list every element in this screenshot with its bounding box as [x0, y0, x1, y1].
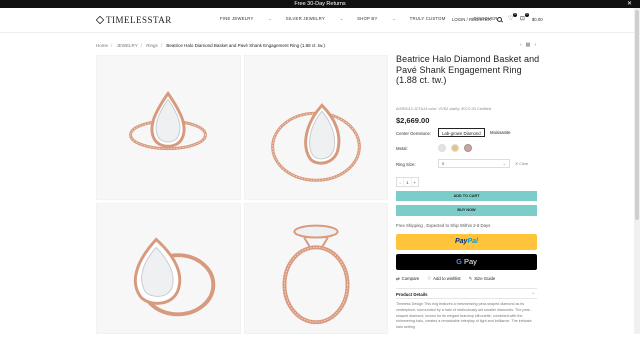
gemstone-option-moissanite[interactable]: Moissanite: [487, 128, 514, 137]
cart-count: 0: [524, 13, 529, 17]
header-actions: LOGIN / REGISTER ♡ 0 ⊡ 0 $0.00: [452, 13, 543, 22]
wishlist-count: 0: [512, 13, 517, 17]
add-to-wishlist-link[interactable]: ♡ Add to wishlist: [427, 276, 460, 282]
product-image-2[interactable]: [244, 55, 388, 200]
google-pay-button[interactable]: G Pay: [396, 254, 537, 270]
breadcrumb-rings[interactable]: Rings: [146, 43, 158, 48]
cart-icon[interactable]: ⊡ 0: [520, 13, 529, 22]
wishlist-icon[interactable]: ♡ 0: [508, 13, 517, 22]
ring-size-label: Ring Size:: [396, 162, 416, 167]
product-links: ⇄ Compare ♡ Add to wishlist ✎ Size Guide: [396, 276, 495, 282]
metal-swatch-rose-gold[interactable]: [464, 144, 472, 152]
ring-angle-view-image: [271, 103, 361, 182]
qty-value[interactable]: 1: [404, 178, 412, 186]
compare-link[interactable]: ⇄ Compare: [396, 276, 419, 282]
product-image-1[interactable]: [96, 55, 241, 200]
ring-size-value: 5: [442, 161, 445, 166]
ring-size-select[interactable]: 5 ⌄: [438, 159, 510, 168]
product-nav: ‹ ▦ ›: [520, 42, 536, 48]
logo-text: TIMELESSTAR: [106, 15, 172, 25]
center-gemstone-label: Center Gemstone:: [396, 131, 432, 136]
close-icon[interactable]: ✕: [627, 0, 632, 8]
product-title: Beatrice Halo Diamond Basket and Pavé Sh…: [396, 54, 540, 85]
product-meta: AGR0012-JCTAJ4 color: VVS2 clarity: IECO…: [396, 107, 492, 111]
clear-selection-link[interactable]: ✕ Clear: [515, 161, 528, 166]
paypal-button[interactable]: PayPal: [396, 234, 537, 250]
chevron-up-icon: ⌃: [531, 292, 535, 297]
breadcrumb-home[interactable]: Home: [96, 43, 108, 48]
grid-icon[interactable]: ▦: [526, 42, 531, 48]
prev-product-icon[interactable]: ‹: [520, 42, 522, 48]
ring-front-view-image: [133, 237, 216, 317]
breadcrumb-jewelry[interactable]: JEWELRY: [117, 43, 138, 48]
shipping-info: Free Shipping , Expected to Ship Within …: [396, 223, 491, 228]
qty-plus-button[interactable]: +: [412, 178, 418, 186]
gemstone-option-lab-grown[interactable]: Lab-grown Diamond: [438, 128, 485, 137]
breadcrumb: Home / JEWELRY / Rings / Beatrice Halo Diam…: [96, 43, 325, 48]
breadcrumb-current: Beatrice Halo Diamond Basket and Pavé Sh…: [166, 43, 325, 48]
metal-swatch-yellow-gold[interactable]: [451, 144, 459, 152]
product-image-3[interactable]: [96, 203, 241, 334]
ring-top-view-image: [129, 90, 207, 151]
login-register-link[interactable]: LOGIN / REGISTER: [452, 17, 491, 22]
chevron-down-icon: ⌄: [502, 161, 506, 166]
page-scrollbar[interactable]: [634, 8, 640, 334]
quantity-stepper[interactable]: - 1 +: [396, 177, 419, 187]
announcement-bar: Free 30-Day Returns ✕: [0, 0, 640, 8]
product-price: $2,669.00: [396, 116, 430, 125]
ring-side-view-image: [282, 224, 350, 325]
cart-total: $0.00: [531, 16, 543, 22]
nav-fine-jewelry[interactable]: FINE JEWELRY ⌄: [220, 16, 272, 21]
search-icon[interactable]: [496, 16, 502, 22]
diamond-icon: [95, 15, 105, 25]
logo[interactable]: TIMELESSTAR: [95, 15, 172, 25]
product-details-text: Timeless Design This ring features a mes…: [396, 302, 532, 330]
add-to-cart-button[interactable]: ADD TO CART: [396, 191, 537, 201]
metal-swatch-white-gold[interactable]: [438, 144, 446, 152]
nav-silver-jewelry[interactable]: SILVER JEWELRY ⌄: [286, 16, 343, 21]
qty-minus-button[interactable]: -: [397, 178, 405, 186]
scrollbar-thumb[interactable]: [635, 10, 639, 220]
heart-icon: ♡: [427, 276, 432, 281]
next-product-icon[interactable]: ›: [534, 42, 536, 48]
metal-label: Metal:: [396, 146, 408, 151]
product-image-4[interactable]: [244, 203, 388, 334]
ruler-icon: ✎: [468, 276, 473, 281]
product-details-toggle[interactable]: Product Details ⌃: [396, 288, 537, 299]
announcement-text: Free 30-Day Returns: [294, 1, 346, 7]
site-header: TIMELESSTAR FINE JEWELRY ⌄ SILVER JEWELRY…: [0, 8, 640, 33]
buy-now-button[interactable]: BUY NOW: [396, 205, 537, 216]
size-guide-link[interactable]: ✎ Size Guide: [469, 276, 496, 282]
nav-shop-by[interactable]: SHOP BY ⌄: [357, 16, 396, 21]
compare-icon: ⇄: [396, 276, 400, 281]
